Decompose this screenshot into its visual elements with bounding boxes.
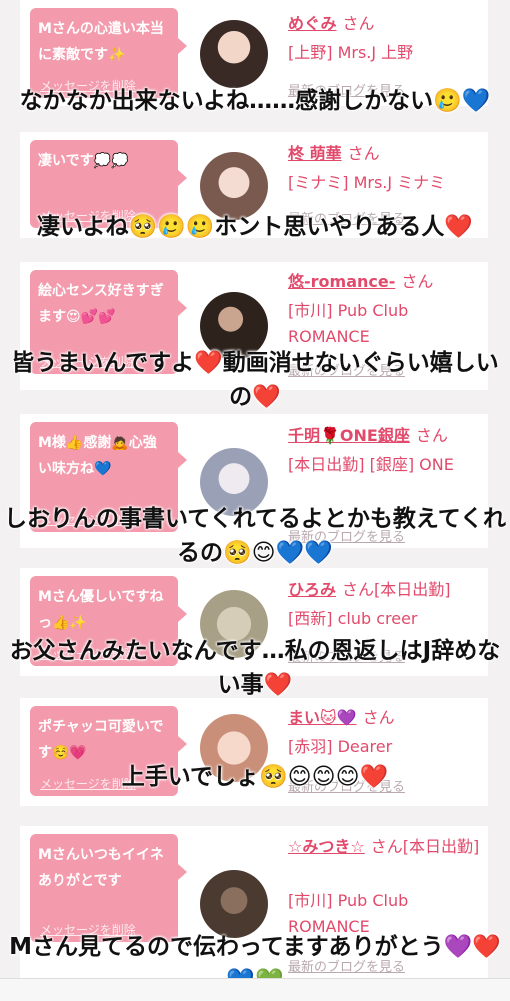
girl-name[interactable]: まい🐱💜 さん [288,706,395,730]
message-text: Mさん優しいですねっ👍✨ [38,589,164,631]
girl-name[interactable]: めぐみ さん [288,12,375,36]
shop-info: [赤羽] Dearer [288,737,393,756]
shop-info: [西新] club creer [288,609,418,628]
message-bubble: Mさんいつもイイネありがとです メッセージを削除 [30,834,187,942]
shop-info: [本日出勤] [銀座] ONE [288,455,454,474]
girl-name[interactable]: ひろみ さん[本日出勤] [288,578,451,602]
caption: 上手いでしょ🥺😊😊😊❤️ [121,764,389,790]
shop-info: [上野] Mrs.J 上野 [288,43,414,62]
girl-name[interactable]: ☆みつき☆ さん[本日出勤] [288,834,488,860]
message-text: M様👍感謝🙇心強い味方ね💙 [38,435,157,477]
bottom-bar [0,978,510,1001]
caption: 凄いよね🥺🥲🥲ホント思いやりある人❤️ [36,214,474,240]
message-text: 凄いです💭💭 [38,153,129,169]
message-text: 絵心センス好きすぎます😍💕💕 [38,283,164,325]
caption: 皆うまいんですよ❤️動画消せないぐらい嬉しいの❤️ [11,350,499,410]
avatar[interactable] [200,20,268,88]
caption: なかなか出来ないよね……感謝しかない🥲💙 [19,88,491,114]
caption: しおりんの事書いてくれてるよとかも教えてくれるの🥺😊💙💙 [3,506,507,566]
shop-info: [市川] Pub Club ROMANCE [288,301,409,346]
avatar[interactable] [200,870,268,938]
message-text: ポチャッコ可愛いです☺️💗 [38,719,164,761]
girl-name[interactable]: 千明🌹ONE銀座 さん [288,424,448,448]
caption: お父さんみたいなんです…私の恩返しはJ辞めない事❤️ [9,638,501,698]
girl-name[interactable]: 悠-romance- さん [288,270,433,294]
message-text: Mさんの心遣い本当に素敵です✨ [38,21,164,63]
girl-name[interactable]: 柊 萌華 さん [288,142,380,166]
message-text: Mさんいつもイイネありがとです [38,847,164,889]
shop-info: [ミナミ] Mrs.J ミナミ [288,173,446,192]
